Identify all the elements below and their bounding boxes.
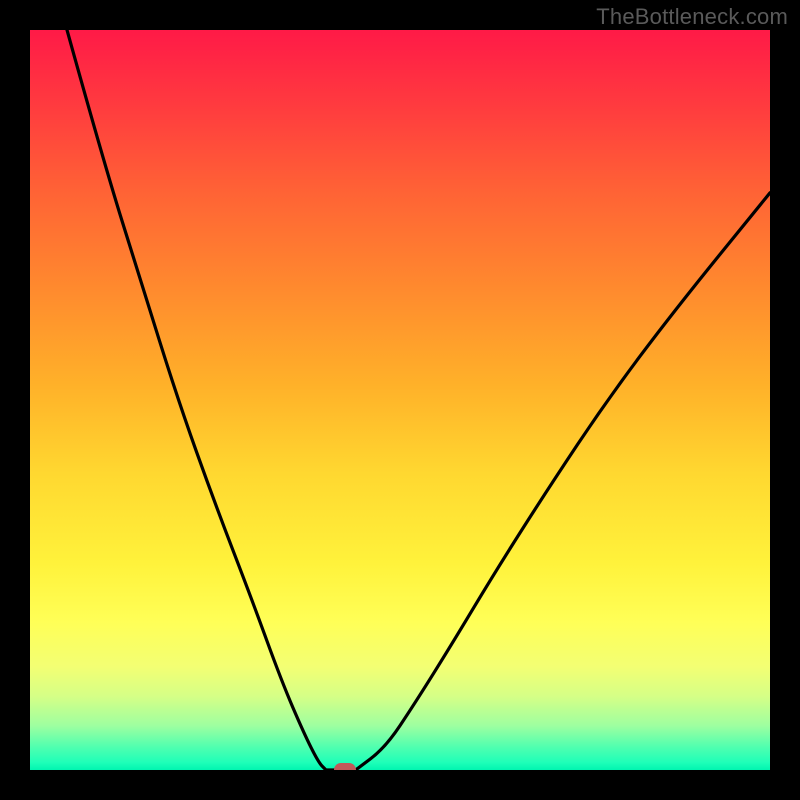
min-point-marker	[334, 763, 356, 770]
chart-frame: TheBottleneck.com	[0, 0, 800, 800]
bottleneck-curve	[67, 30, 770, 770]
plot-area	[30, 30, 770, 770]
curve-svg	[30, 30, 770, 770]
watermark-text: TheBottleneck.com	[596, 4, 788, 30]
